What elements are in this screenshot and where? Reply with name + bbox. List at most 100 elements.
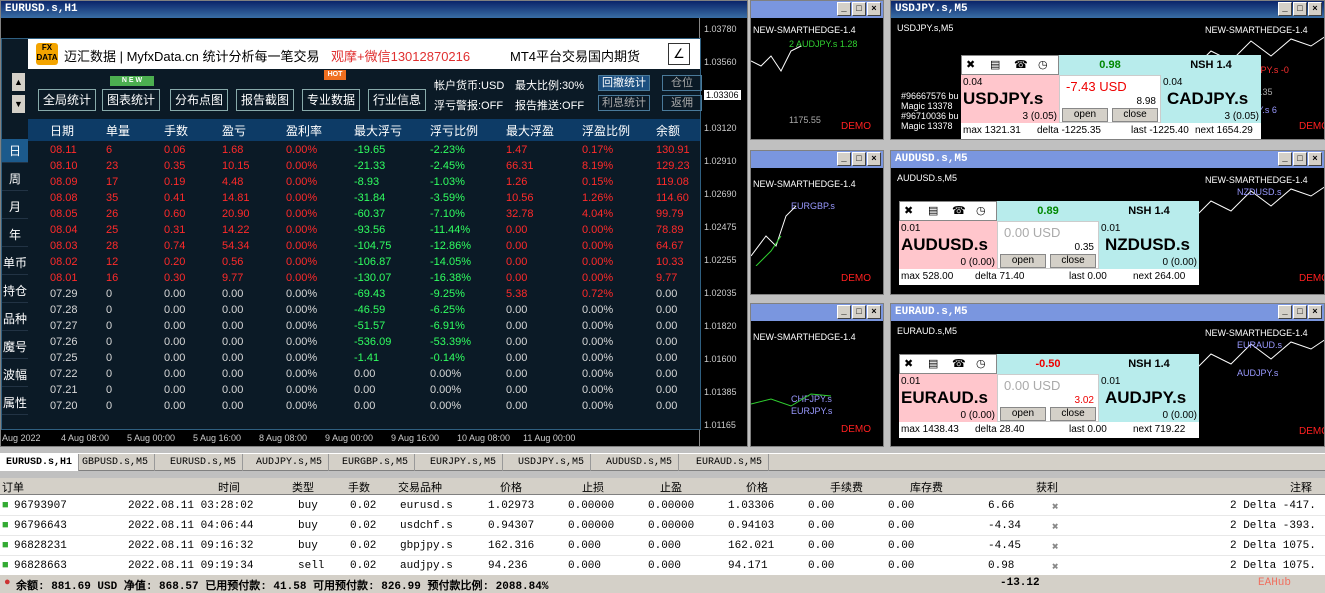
close-trade-icon[interactable]: ✖ bbox=[1052, 540, 1059, 554]
chart-tab-7[interactable]: AUDUSD.s,M5 bbox=[600, 454, 680, 471]
maximize-icon[interactable]: □ bbox=[852, 152, 866, 166]
close-icon[interactable]: × bbox=[1308, 152, 1322, 166]
side-filter-4[interactable]: 单币 bbox=[2, 251, 28, 275]
close-button[interactable]: close bbox=[1050, 407, 1096, 421]
close-icon[interactable]: × bbox=[1308, 2, 1322, 16]
arrow-down-icon[interactable]: ▼ bbox=[12, 95, 25, 113]
close-icon[interactable]: ✖ bbox=[904, 204, 913, 217]
maximize-icon[interactable]: □ bbox=[1293, 305, 1307, 319]
minimize-icon[interactable]: _ bbox=[837, 305, 851, 319]
close-icon[interactable]: × bbox=[867, 305, 881, 319]
phone-icon[interactable]: ☎ bbox=[1014, 58, 1028, 71]
maximize-icon[interactable]: □ bbox=[1293, 152, 1307, 166]
trade-row[interactable]: ■ 96793907 2022.08.11 03:28:02 buy 0.02 eurus… bbox=[0, 496, 1325, 516]
close-icon[interactable]: × bbox=[867, 2, 881, 16]
chart-window-gbpusd-partial[interactable]: _ □ × NEW-SMARTHEDGE-1.4 2 AUDJPY.s 1.28 1… bbox=[750, 0, 884, 140]
book-icon[interactable]: ▤ bbox=[928, 204, 938, 217]
maximize-icon[interactable]: □ bbox=[1293, 2, 1307, 16]
expand-icon[interactable]: ∠ bbox=[668, 43, 690, 65]
arrow-up-icon[interactable]: ▲ bbox=[12, 73, 25, 91]
side-filter-9[interactable]: 属性 bbox=[2, 391, 28, 415]
promo-text[interactable]: 观摩+微信13012870216 bbox=[331, 46, 470, 65]
toolbar-button-1[interactable]: 图表统计 bbox=[102, 89, 160, 111]
chart-window-eurgbp-partial[interactable]: _ □ × NEW-SMARTHEDGE-1.4 EURGBP.s DEMO bbox=[750, 150, 884, 295]
toolbar-button-2[interactable]: 分布点图 bbox=[170, 89, 228, 111]
chart-tab-1[interactable]: GBPUSD.s,M5 bbox=[76, 454, 156, 471]
close-icon[interactable]: ✖ bbox=[904, 357, 913, 370]
window-title-bar[interactable]: EURUSD.s,H1 bbox=[1, 1, 747, 18]
table-cell: 6 bbox=[106, 144, 113, 156]
chart-tab-0[interactable]: EURUSD.s,H1 bbox=[0, 454, 80, 471]
close-trade-icon[interactable]: ✖ bbox=[1052, 560, 1059, 574]
mt4-futures-text[interactable]: MT4平台交易国内期货 bbox=[510, 46, 640, 65]
trade-row[interactable]: ■ 96828663 2022.08.11 09:19:34 sell 0.02 audj… bbox=[0, 556, 1325, 576]
chart-window-eurusd-h1[interactable]: EURUSD.s,H1 1.03780 1.03560 1.03306 1.03120… bbox=[0, 0, 748, 447]
close-icon[interactable]: ✖ bbox=[966, 58, 975, 71]
minimize-icon[interactable]: _ bbox=[837, 152, 851, 166]
side-filter-8[interactable]: 波幅 bbox=[2, 363, 28, 387]
clock-icon[interactable]: ◷ bbox=[976, 204, 986, 217]
close-button[interactable]: close bbox=[1112, 108, 1158, 122]
side-filter-1[interactable]: 周 bbox=[2, 167, 28, 191]
book-icon[interactable]: ▤ bbox=[990, 58, 1000, 71]
close-icon[interactable]: × bbox=[1308, 305, 1322, 319]
trade-cell: 96828663 bbox=[14, 560, 67, 572]
open-button[interactable]: open bbox=[1000, 254, 1046, 268]
side-filter-6[interactable]: 品种 bbox=[2, 307, 28, 331]
side-filter-2[interactable]: 月 bbox=[2, 195, 28, 219]
chart-tab-4[interactable]: EURGBP.s,M5 bbox=[336, 454, 416, 471]
chart-window-usdjpy[interactable]: USDJPY.s,M5 _ □ × USDJPY.s,M5 NEW-SMARTHEDGE-… bbox=[890, 0, 1325, 140]
chart-tab-3[interactable]: AUDJPY.s,M5 bbox=[250, 454, 330, 471]
trade-row[interactable]: ■ 96796643 2022.08.11 04:06:44 buy 0.02 usdch… bbox=[0, 516, 1325, 536]
window-title-bar[interactable]: _ □ × bbox=[751, 304, 883, 321]
close-button[interactable]: close bbox=[1050, 254, 1096, 268]
chart-window-chfjpy-partial[interactable]: _ □ × NEW-SMARTHEDGE-1.4 CHFJPY.s EURJPY.s… bbox=[750, 303, 884, 447]
position-stats-button[interactable]: 仓位统计 bbox=[662, 75, 702, 91]
rebate-stats-button[interactable]: 返佣统计 bbox=[662, 95, 702, 111]
window-title-bar[interactable]: USDJPY.s,M5 _ □ × bbox=[891, 1, 1324, 18]
chart-tab-5[interactable]: EURJPY.s,M5 bbox=[424, 454, 504, 471]
time-tick: 5 Aug 16:00 bbox=[193, 433, 242, 443]
close-trade-icon[interactable]: ✖ bbox=[1052, 520, 1059, 534]
window-title-bar[interactable]: _ □ × bbox=[751, 151, 883, 168]
window-title-bar[interactable]: EURAUD.s,M5 _ □ × bbox=[891, 304, 1324, 321]
chart-tab-2[interactable]: EURUSD.s,M5 bbox=[164, 454, 244, 471]
book-icon[interactable]: ▤ bbox=[928, 357, 938, 370]
minimize-icon[interactable]: _ bbox=[1278, 305, 1292, 319]
maximize-icon[interactable]: □ bbox=[852, 305, 866, 319]
phone-icon[interactable]: ☎ bbox=[952, 357, 966, 370]
left-leg: 0.04 USDJPY.s 3 (0.05) bbox=[961, 75, 1059, 123]
minimize-icon[interactable]: _ bbox=[1278, 152, 1292, 166]
window-title-bar[interactable]: _ □ × bbox=[751, 1, 883, 18]
minimize-icon[interactable]: _ bbox=[1278, 2, 1292, 16]
toolbar-button-3[interactable]: 报告截图 bbox=[236, 89, 294, 111]
toolbar-button-0[interactable]: 全局统计 bbox=[38, 89, 96, 111]
toolbar-button-4[interactable]: 专业数据 bbox=[302, 89, 360, 111]
table-cell: 0.15% bbox=[582, 176, 614, 188]
close-trade-icon[interactable]: ✖ bbox=[1052, 500, 1059, 514]
clock-icon[interactable]: ◷ bbox=[1038, 58, 1048, 71]
trade-row[interactable]: ■ 96828231 2022.08.11 09:16:32 buy 0.02 gbpjp… bbox=[0, 536, 1325, 556]
toolbar-button-5[interactable]: 行业信息 bbox=[368, 89, 426, 111]
close-icon[interactable]: × bbox=[867, 152, 881, 166]
side-filter-3[interactable]: 年 bbox=[2, 223, 28, 247]
window-title-bar[interactable]: AUDUSD.s,M5 _ □ × bbox=[891, 151, 1324, 168]
chart-tab-8[interactable]: EURAUD.s,M5 bbox=[690, 454, 770, 471]
backtest-stats-button[interactable]: 回撤统计 bbox=[598, 75, 650, 91]
chart-tab-6[interactable]: USDJPY.s,M5 bbox=[512, 454, 592, 471]
table-cell: 0.00 bbox=[506, 384, 528, 396]
column-header: 日期 bbox=[50, 124, 75, 138]
side-filter-0[interactable]: 日 bbox=[2, 139, 28, 163]
chart-window-euraud[interactable]: EURAUD.s,M5 _ □ × EURAUD.s,M5 NEW-SMARTHEDGE-… bbox=[890, 303, 1325, 447]
chart-window-audusd[interactable]: AUDUSD.s,M5 _ □ × AUDUSD.s,M5 NEW-SMARTHEDGE-… bbox=[890, 150, 1325, 295]
minimize-icon[interactable]: _ bbox=[837, 2, 851, 16]
side-filter-7[interactable]: 魔号 bbox=[2, 335, 28, 359]
maximize-icon[interactable]: □ bbox=[852, 2, 866, 16]
phone-icon[interactable]: ☎ bbox=[952, 204, 966, 217]
table-cell: 07.22 bbox=[50, 368, 78, 380]
clock-icon[interactable]: ◷ bbox=[976, 357, 986, 370]
interest-stats-button[interactable]: 利息统计 bbox=[598, 95, 650, 111]
side-filter-5[interactable]: 持仓 bbox=[2, 279, 28, 303]
open-button[interactable]: open bbox=[1000, 407, 1046, 421]
open-button[interactable]: open bbox=[1062, 108, 1108, 122]
